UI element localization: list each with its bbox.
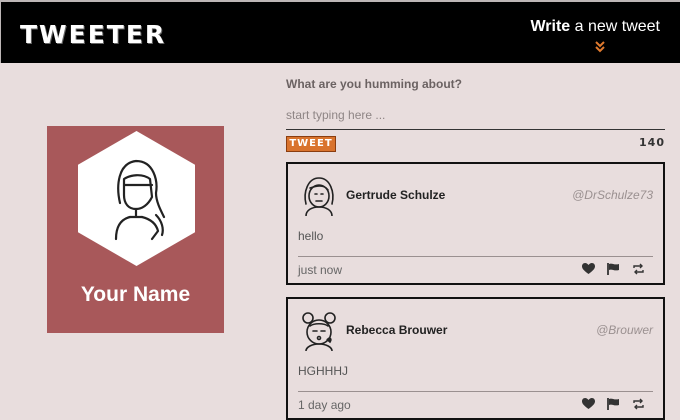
profile-avatar: [78, 131, 195, 266]
tweet-time: just now: [298, 263, 343, 277]
retweet-icon[interactable]: [632, 398, 645, 410]
flag-icon[interactable]: [607, 398, 620, 410]
write-new-tweet-link[interactable]: Write a new tweet: [530, 18, 660, 36]
tweet-footer: 1 day ago: [298, 391, 653, 416]
write-link-bold: Write: [530, 18, 571, 35]
profile-name: Your Name: [80, 283, 191, 306]
compose-label: What are you humming about?: [286, 77, 462, 91]
tweet-text: hello: [298, 229, 324, 243]
tweet-actions: [582, 263, 645, 275]
tweet-button[interactable]: TWEET: [286, 136, 336, 152]
tweet-time: 1 day ago: [298, 398, 351, 412]
tweet-actions: [582, 398, 645, 410]
character-counter: 140: [639, 136, 665, 149]
tweet-footer: just now: [298, 256, 653, 281]
double-chevron-down-icon[interactable]: [594, 41, 606, 53]
app-logo[interactable]: TWEETER: [20, 20, 166, 49]
tweet-author: Gertrude Schulze: [346, 188, 446, 202]
write-link-rest: a new tweet: [570, 18, 660, 35]
retweet-icon[interactable]: [632, 263, 645, 275]
tweet-text: HGHHHJ: [298, 364, 348, 378]
profile-card: Your Name: [47, 126, 224, 333]
flag-icon[interactable]: [607, 263, 620, 275]
tweet-handle: @DrSchulze73: [572, 188, 653, 202]
avatar: [302, 312, 336, 351]
tweet-card: Gertrude Schulze @DrSchulze73 hello just…: [286, 162, 665, 285]
tweet-input[interactable]: [286, 100, 665, 130]
heart-icon[interactable]: [582, 263, 595, 275]
tweet-handle: @Brouwer: [596, 323, 653, 337]
heart-icon[interactable]: [582, 398, 595, 410]
top-navbar: TWEETER Write a new tweet: [0, 0, 680, 63]
avatar: [304, 177, 334, 216]
tweet-author: Rebecca Brouwer: [346, 323, 448, 337]
